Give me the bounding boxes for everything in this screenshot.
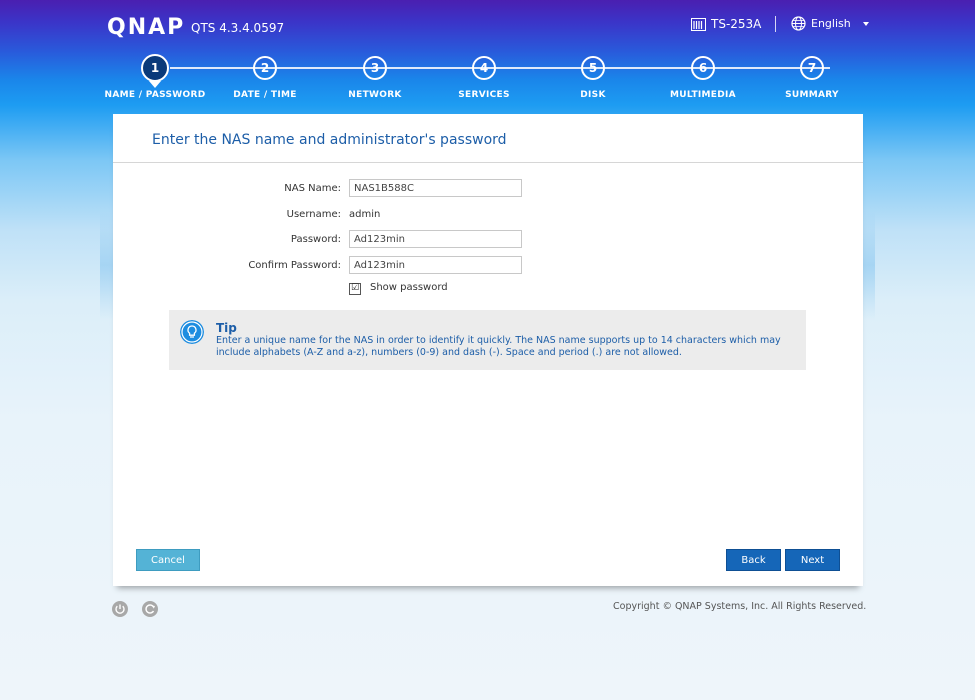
step-multimedia: 6 MULTIMEDIA <box>648 54 758 100</box>
globe-icon <box>791 16 806 31</box>
show-password-checkbox[interactable]: ☑ <box>349 283 361 295</box>
step-label: SERVICES <box>458 90 510 100</box>
language-selector[interactable]: English <box>791 16 872 31</box>
wizard-panel: Enter the NAS name and administrator's p… <box>113 114 863 586</box>
active-step-pointer <box>149 81 161 88</box>
step-label: NAME / PASSWORD <box>104 90 206 100</box>
left-glow <box>100 210 114 320</box>
password-label: Password: <box>290 234 341 245</box>
step-number: 5 <box>581 56 605 80</box>
header-divider <box>775 16 776 32</box>
step-label: MULTIMEDIA <box>670 90 736 100</box>
nas-device-icon <box>691 17 706 31</box>
caret-down-icon <box>862 21 869 26</box>
power-icon[interactable] <box>112 601 128 617</box>
confirm-password-input[interactable]: Ad123min <box>349 256 522 274</box>
step-services: 4 SERVICES <box>429 54 539 100</box>
tip-text: Enter a unique name for the NAS in order… <box>216 335 781 358</box>
panel-title: Enter the NAS name and administrator's p… <box>152 132 507 148</box>
qts-version: QTS 4.3.4.0597 <box>191 21 285 35</box>
username-label: Username: <box>286 209 341 220</box>
step-disk: 5 DISK <box>538 54 648 100</box>
model-name: TS-253A <box>711 17 762 31</box>
step-number: 1 <box>141 54 169 82</box>
power-icon-glyph <box>115 604 125 614</box>
right-glow <box>861 210 875 320</box>
refresh-icon[interactable] <box>142 601 158 617</box>
step-label: NETWORK <box>348 90 402 100</box>
show-password-label[interactable]: Show password <box>370 282 448 293</box>
tip-title: Tip <box>216 321 237 335</box>
step-number: 7 <box>800 56 824 80</box>
model-indicator: TS-253A <box>691 17 761 31</box>
cancel-button[interactable]: Cancel <box>136 549 200 571</box>
language-label: English <box>811 17 851 30</box>
step-name-password: 1 NAME / PASSWORD <box>100 54 210 100</box>
qnap-logo: QNAP <box>107 15 186 40</box>
wizard-steps: 1 NAME / PASSWORD 2 DATE / TIME 3 NETWOR… <box>100 54 870 104</box>
username-value: admin <box>349 209 381 220</box>
step-number: 6 <box>691 56 715 80</box>
back-button[interactable]: Back <box>726 549 781 571</box>
step-number: 3 <box>363 56 387 80</box>
copyright-text: Copyright © QNAP Systems, Inc. All Right… <box>613 601 867 612</box>
step-summary: 7 SUMMARY <box>757 54 867 100</box>
lightbulb-icon <box>180 320 204 344</box>
step-number: 4 <box>472 56 496 80</box>
step-date-time: 2 DATE / TIME <box>210 54 320 100</box>
step-label: DATE / TIME <box>233 90 297 100</box>
confirm-password-label: Confirm Password: <box>248 260 341 271</box>
next-button[interactable]: Next <box>785 549 840 571</box>
nas-name-label: NAS Name: <box>284 183 341 194</box>
step-label: DISK <box>580 90 606 100</box>
step-network: 3 NETWORK <box>320 54 430 100</box>
step-label: SUMMARY <box>785 90 839 100</box>
refresh-icon-glyph <box>145 604 155 614</box>
step-number: 2 <box>253 56 277 80</box>
nas-name-input[interactable]: NAS1B588C <box>349 179 522 197</box>
tip-box: Tip Enter a unique name for the NAS in o… <box>169 310 806 370</box>
password-input[interactable]: Ad123min <box>349 230 522 248</box>
panel-divider <box>113 162 863 163</box>
